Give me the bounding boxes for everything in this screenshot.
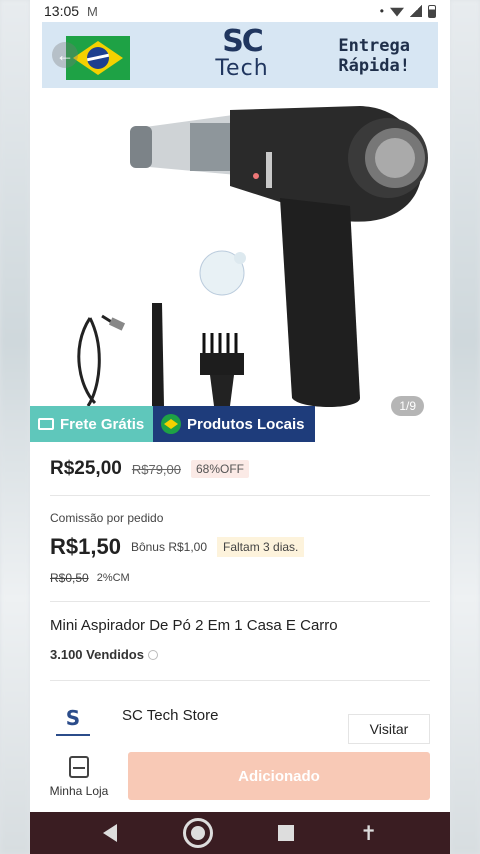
accessibility-icon[interactable]: ✝ (360, 821, 377, 846)
commission-rate: 2%CM (96, 572, 130, 584)
commission-rate-row: R$0,50 2%CM (50, 571, 130, 585)
arrow-left-icon: ← (56, 44, 74, 65)
info-icon[interactable] (147, 649, 158, 660)
dot-icon: • (379, 4, 384, 18)
badge-row: Frete Grátis Produtos Locais (30, 406, 315, 442)
divider (50, 680, 430, 681)
bonus-text: Bônus R$1,00 (130, 540, 208, 554)
my-store-button[interactable]: Minha Loja (40, 752, 118, 798)
vacuum-illustration (77, 106, 428, 407)
background-left (0, 0, 30, 854)
system-nav-bar: ✝ (30, 812, 450, 854)
mail-icon: M (87, 3, 98, 19)
my-store-label: Minha Loja (49, 784, 109, 798)
wifi-icon (390, 7, 404, 17)
current-price: R$25,00 (50, 458, 122, 479)
brazil-flag-icon (161, 414, 181, 434)
logo-tech-text: Tech (215, 56, 269, 81)
image-page-indicator: 1/9 (391, 396, 424, 416)
product-title: Mini Aspirador De Pó 2 Em 1 Casa E Carro (50, 617, 338, 634)
background-right (450, 0, 480, 854)
original-price: R$79,00 (131, 461, 181, 477)
promo-banner: ← SC Tech Entrega Rápida! (42, 22, 438, 88)
status-icons: • (380, 4, 436, 18)
sc-tech-logo: SC Tech (202, 26, 282, 86)
commission-label: Comissão por pedido (50, 511, 164, 525)
ticket-icon (38, 418, 54, 430)
product-image[interactable]: 1/9 (30, 88, 450, 418)
status-time: 13:05 (44, 3, 80, 19)
free-shipping-badge: Frete Grátis (30, 406, 153, 442)
added-button[interactable]: Adicionado (128, 752, 430, 800)
divider (50, 495, 430, 496)
signal-icon (410, 5, 422, 17)
store-row[interactable]: S SC Tech Store Visitar (50, 700, 430, 744)
nav-home-icon[interactable] (182, 818, 213, 848)
nav-recents-icon[interactable] (278, 825, 295, 841)
tagline-line1: Entrega (338, 36, 410, 56)
phone-screen: 13:05 M • ← SC Tech Entrega Rápida! 1/9 … (30, 0, 450, 854)
action-bar: Minha Loja Adicionado (30, 744, 450, 812)
tagline-line2: Rápida! (338, 56, 410, 76)
back-button[interactable]: ← (52, 42, 78, 68)
store-icon (69, 756, 89, 778)
store-name: SC Tech Store (122, 707, 219, 724)
commission-value: R$1,50 (50, 534, 121, 559)
commission-row: R$1,50 Bônus R$1,00 Faltam 3 dias. (50, 534, 305, 560)
discount-badge: 68%OFF (191, 460, 250, 478)
sold-count: 3.100 Vendidos (50, 647, 144, 662)
price-row: R$25,00 R$79,00 68%OFF (50, 458, 250, 480)
store-logo: S (56, 706, 90, 736)
divider (50, 601, 430, 602)
logo-sc-text: SC (222, 24, 264, 59)
old-commission: R$0,50 (50, 571, 89, 585)
nav-back-icon[interactable] (102, 824, 117, 842)
free-shipping-label: Frete Grátis (60, 415, 145, 433)
local-products-label: Produtos Locais (187, 415, 305, 433)
local-products-badge: Produtos Locais (153, 406, 315, 442)
status-bar: 13:05 M • (30, 0, 450, 22)
battery-icon (428, 4, 436, 18)
sold-row: 3.100 Vendidos (50, 647, 158, 662)
visit-store-button[interactable]: Visitar (348, 714, 430, 744)
banner-tagline: Entrega Rápida! (338, 36, 410, 76)
days-left-badge: Faltam 3 dias. (217, 537, 305, 557)
